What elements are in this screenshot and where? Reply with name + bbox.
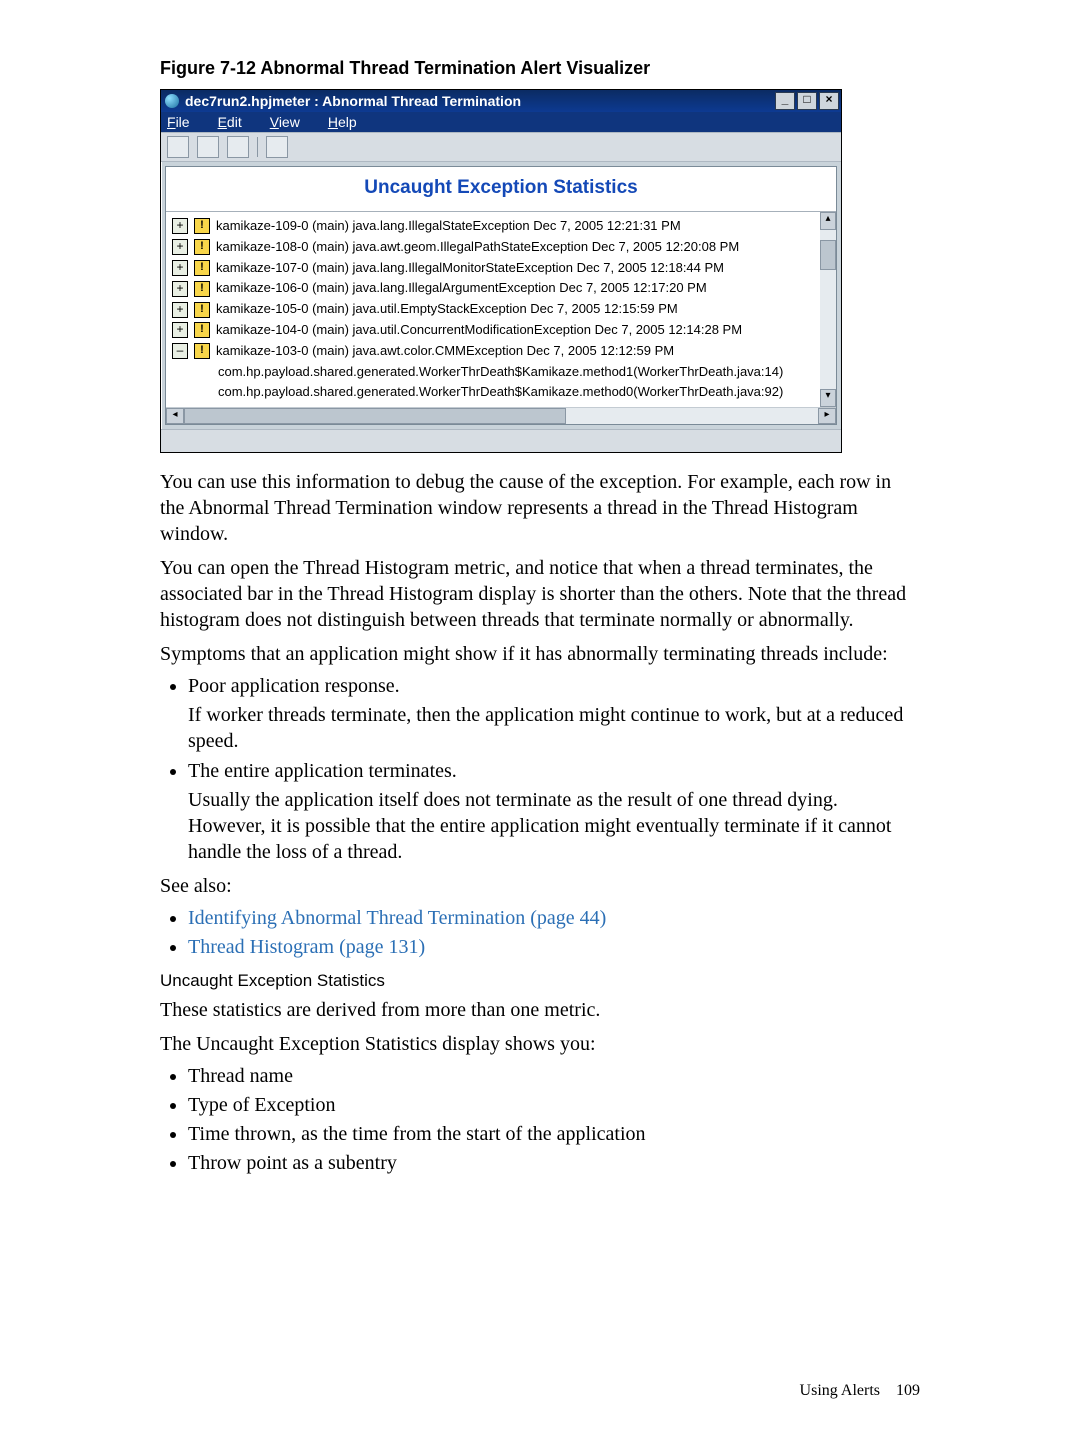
toolbar [161,132,841,162]
expand-icon[interactable]: + [172,281,188,297]
expand-icon[interactable]: + [172,260,188,276]
list-item[interactable]: + ! kamikaze-105-0 (main) java.util.Empt… [172,299,814,320]
row-text: kamikaze-109-0 (main) java.lang.IllegalS… [216,216,681,237]
toolbar-button-3[interactable] [227,136,249,158]
warning-icon: ! [194,218,210,234]
row-text: kamikaze-106-0 (main) java.lang.IllegalA… [216,278,707,299]
collapse-icon[interactable]: – [172,343,188,359]
footer-page-number: 109 [896,1382,920,1399]
scroll-right-icon[interactable]: ▸ [818,408,836,424]
row-text: kamikaze-108-0 (main) java.awt.geom.Ille… [216,237,739,258]
paragraph: These statistics are derived from more t… [160,997,918,1023]
status-bar [161,429,841,452]
paragraph: The Uncaught Exception Statistics displa… [160,1031,918,1057]
list-item-body: Usually the application itself does not … [188,787,918,865]
page-footer: Using Alerts 109 [800,1382,920,1400]
scroll-thumb[interactable] [184,408,566,424]
panel-heading: Uncaught Exception Statistics [166,167,836,212]
maximize-button[interactable]: □ [797,92,817,110]
list-item-body: If worker threads terminate, then the ap… [188,702,918,754]
expand-icon[interactable]: + [172,302,188,318]
app-window: dec7run2.hpjmeter : Abnormal Thread Term… [160,89,842,453]
see-also-list: Identifying Abnormal Thread Termination … [160,907,918,959]
subheading: Uncaught Exception Statistics [160,971,918,991]
toolbar-button-4[interactable] [266,136,288,158]
expand-icon[interactable]: + [172,239,188,255]
list-item: Thread Histogram (page 131) [188,936,918,959]
expand-icon[interactable]: + [172,218,188,234]
horizontal-scrollbar[interactable]: ◂ ▸ [166,407,836,424]
list-item: Thread name [188,1065,918,1088]
paragraph: You can open the Thread Histogram metric… [160,555,918,633]
title-bar: dec7run2.hpjmeter : Abnormal Thread Term… [161,90,841,112]
link-thread-histogram[interactable]: Thread Histogram (page 131) [188,936,425,958]
menu-bar: File Edit View Help [161,112,841,132]
list-item: Identifying Abnormal Thread Termination … [188,907,918,930]
figure-caption: Figure 7-12 Abnormal Thread Termination … [160,58,918,79]
list-item[interactable]: + ! kamikaze-106-0 (main) java.lang.Ille… [172,278,814,299]
list-item: Time thrown, as the time from the start … [188,1123,918,1146]
list-item: The entire application terminates. Usual… [188,760,918,865]
toolbar-button-1[interactable] [167,136,189,158]
content-panel: Uncaught Exception Statistics + ! kamika… [165,166,837,425]
warning-icon: ! [194,281,210,297]
symptom-list: Poor application response. If worker thr… [160,675,918,865]
body-text: You can use this information to debug th… [160,469,918,1175]
list-item[interactable]: + ! kamikaze-104-0 (main) java.util.Conc… [172,320,814,341]
list-item: Throw point as a subentry [188,1152,918,1175]
warning-icon: ! [194,302,210,318]
stack-trace-line: com.hp.payload.shared.generated.WorkerTh… [172,362,814,383]
window-title: dec7run2.hpjmeter : Abnormal Thread Term… [185,93,775,109]
expand-icon[interactable]: + [172,322,188,338]
row-text: kamikaze-107-0 (main) java.lang.IllegalM… [216,258,724,279]
minimize-button[interactable]: _ [775,92,795,110]
shows-list: Thread name Type of Exception Time throw… [160,1065,918,1175]
menu-edit[interactable]: Edit [218,114,242,130]
list-item: Poor application response. If worker thr… [188,675,918,754]
menu-help[interactable]: Help [328,114,357,130]
list-item[interactable]: + ! kamikaze-107-0 (main) java.lang.Ille… [172,258,814,279]
vertical-scrollbar[interactable]: ▴ ▾ [820,212,836,407]
scroll-down-icon[interactable]: ▾ [820,389,836,407]
close-button[interactable]: × [819,92,839,110]
paragraph: You can use this information to debug th… [160,469,918,547]
list-item[interactable]: – ! kamikaze-103-0 (main) java.awt.color… [172,341,814,362]
list-item-title: Poor application response. [188,675,400,697]
stack-trace-line: com.hp.payload.shared.generated.WorkerTh… [172,382,814,403]
list-item: Type of Exception [188,1094,918,1117]
warning-icon: ! [194,260,210,276]
list-item[interactable]: + ! kamikaze-108-0 (main) java.awt.geom.… [172,237,814,258]
row-text: kamikaze-104-0 (main) java.util.Concurre… [216,320,742,341]
link-identifying-abnormal[interactable]: Identifying Abnormal Thread Termination … [188,907,606,929]
row-text: kamikaze-105-0 (main) java.util.EmptySta… [216,299,678,320]
scroll-thumb[interactable] [820,240,836,270]
warning-icon: ! [194,239,210,255]
list-item[interactable]: + ! kamikaze-109-0 (main) java.lang.Ille… [172,216,814,237]
exception-list: + ! kamikaze-109-0 (main) java.lang.Ille… [166,212,836,407]
app-icon [165,94,179,108]
menu-view[interactable]: View [270,114,300,130]
row-text: kamikaze-103-0 (main) java.awt.color.CMM… [216,341,674,362]
footer-section: Using Alerts [800,1382,880,1399]
warning-icon: ! [194,343,210,359]
toolbar-button-2[interactable] [197,136,219,158]
scroll-up-icon[interactable]: ▴ [820,212,836,230]
list-item-title: The entire application terminates. [188,760,457,782]
scroll-left-icon[interactable]: ◂ [166,408,184,424]
paragraph: Symptoms that an application might show … [160,641,918,667]
see-also-label: See also: [160,873,918,899]
menu-file[interactable]: File [167,114,190,130]
warning-icon: ! [194,322,210,338]
toolbar-separator [257,137,258,157]
